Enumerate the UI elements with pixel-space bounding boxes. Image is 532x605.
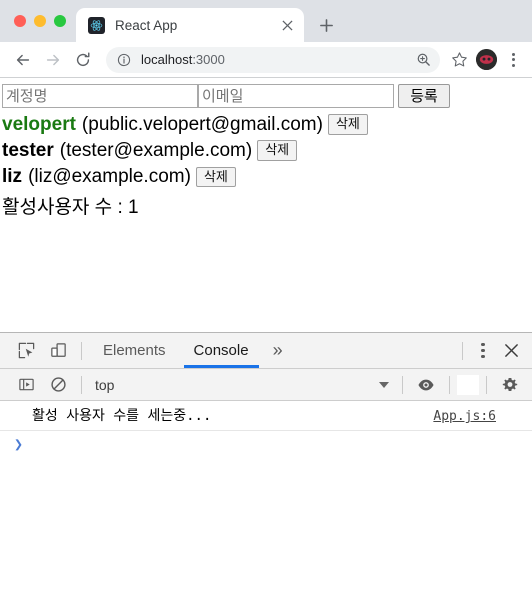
devtools-panel: Elements Console » top 활성 사용자 수를 세는중... … bbox=[0, 332, 532, 605]
devtools-settings-menu-icon[interactable] bbox=[470, 337, 496, 365]
zoom-in-icon[interactable] bbox=[412, 49, 434, 71]
tab-close-icon[interactable] bbox=[278, 16, 296, 34]
email-input[interactable] bbox=[198, 84, 394, 108]
devtools-close-icon[interactable] bbox=[496, 337, 526, 365]
back-button-icon[interactable] bbox=[8, 45, 38, 75]
console-prompt-input[interactable] bbox=[23, 437, 524, 452]
url-host: localhost bbox=[141, 52, 193, 67]
user-name[interactable]: liz bbox=[2, 164, 22, 189]
user-name[interactable]: tester bbox=[2, 138, 54, 163]
delete-user-button[interactable]: 삭제 bbox=[327, 114, 368, 135]
console-filter-bar: top bbox=[0, 369, 532, 401]
register-button[interactable]: 등록 bbox=[398, 84, 450, 108]
prompt-chevron-icon: ❯ bbox=[14, 435, 24, 453]
address-bar[interactable]: localhost:3000 bbox=[106, 46, 440, 73]
toolbar-divider bbox=[81, 341, 82, 360]
more-tabs-icon[interactable]: » bbox=[263, 337, 293, 365]
tab-strip: React App bbox=[0, 0, 532, 42]
delete-user-button[interactable]: 삭제 bbox=[257, 140, 298, 161]
profile-avatar[interactable] bbox=[476, 49, 497, 70]
site-info-icon[interactable] bbox=[116, 52, 132, 68]
user-email: (tester@example.com) bbox=[59, 140, 253, 162]
console-message-source-link[interactable]: App.js:6 bbox=[433, 409, 524, 424]
username-input[interactable] bbox=[2, 84, 198, 108]
user-email: (public.velopert@gmail.com) bbox=[81, 114, 323, 135]
filterbar-divider-4 bbox=[486, 375, 487, 394]
console-message-row[interactable]: 활성 사용자 수를 세는중... App.js:6 bbox=[0, 401, 532, 431]
clear-console-icon[interactable] bbox=[42, 371, 74, 399]
new-tab-button[interactable] bbox=[312, 11, 340, 39]
console-prompt[interactable]: ❯ bbox=[0, 431, 532, 605]
page-content: 등록 velopert (public.velopert@gmail.com) … bbox=[0, 78, 532, 332]
bookmark-star-icon[interactable] bbox=[448, 49, 470, 71]
filterbar-divider-2 bbox=[402, 375, 403, 394]
user-name[interactable]: velopert bbox=[2, 112, 76, 137]
console-filter-input[interactable] bbox=[457, 374, 479, 395]
console-sidebar-icon[interactable] bbox=[10, 371, 42, 399]
browser-tab-react-app[interactable]: React App bbox=[76, 8, 304, 42]
react-logo-icon bbox=[88, 16, 105, 34]
browser-menu-icon[interactable] bbox=[502, 45, 524, 75]
toolbar-divider-right bbox=[462, 341, 463, 360]
device-toolbar-icon[interactable] bbox=[42, 337, 74, 365]
tab-elements[interactable]: Elements bbox=[89, 333, 180, 368]
forward-button-icon[interactable] bbox=[38, 45, 68, 75]
chevron-down-icon bbox=[379, 381, 389, 388]
filterbar-divider bbox=[81, 375, 82, 394]
list-item: velopert (public.velopert@gmail.com) 삭제 bbox=[2, 112, 532, 137]
eye-icon[interactable] bbox=[410, 371, 442, 399]
user-list: velopert (public.velopert@gmail.com) 삭제 … bbox=[2, 112, 532, 189]
list-item: tester (tester@example.com) 삭제 bbox=[2, 138, 532, 163]
address-bar-url: localhost:3000 bbox=[141, 52, 410, 67]
devtools-tabbar: Elements Console » bbox=[0, 333, 532, 369]
execution-context-selector[interactable]: top bbox=[89, 373, 395, 397]
list-item: liz (liz@example.com) 삭제 bbox=[2, 164, 532, 189]
active-user-count: 활성사용자 수 : 1 bbox=[2, 197, 139, 219]
window-close-button[interactable] bbox=[14, 15, 26, 27]
tab-title: React App bbox=[115, 17, 178, 33]
window-controls bbox=[0, 0, 76, 42]
user-email: (liz@example.com) bbox=[28, 166, 191, 188]
console-message-text: 활성 사용자 수를 세는중... bbox=[32, 408, 212, 424]
filterbar-divider-3 bbox=[449, 375, 450, 394]
tab-console[interactable]: Console bbox=[180, 333, 263, 368]
delete-user-button[interactable]: 삭제 bbox=[195, 166, 236, 187]
create-user-form: 등록 bbox=[2, 84, 532, 108]
window-minimize-button[interactable] bbox=[34, 15, 46, 27]
gear-icon[interactable] bbox=[494, 371, 526, 399]
window-zoom-button[interactable] bbox=[54, 15, 66, 27]
url-port: :3000 bbox=[192, 52, 225, 67]
browser-window: React App localhost:3000 계정명 이메일 등록 velo… bbox=[0, 0, 532, 605]
inspect-element-icon[interactable] bbox=[10, 337, 42, 365]
reload-button-icon[interactable] bbox=[68, 45, 98, 75]
browser-toolbar: localhost:3000 bbox=[0, 42, 532, 78]
console-output: 활성 사용자 수를 세는중... App.js:6 ❯ bbox=[0, 401, 532, 605]
execution-context-label: top bbox=[95, 376, 115, 393]
